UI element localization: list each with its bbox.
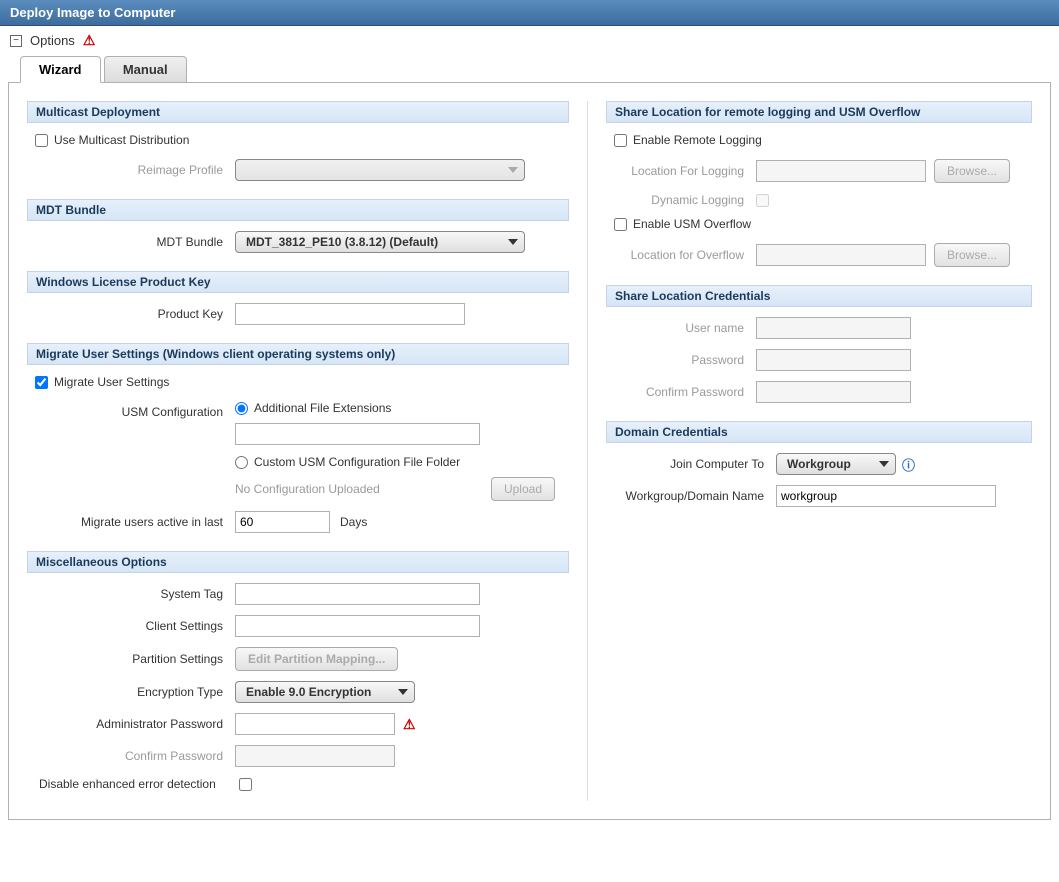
collapse-icon[interactable]: − — [10, 35, 22, 47]
label-usm-config: USM Configuration — [35, 401, 235, 419]
label-encryption: Encryption Type — [35, 685, 235, 699]
input-workgroup-name[interactable] — [776, 485, 996, 507]
section-mdt: MDT Bundle — [27, 199, 569, 221]
browse-logging-button: Browse... — [934, 159, 1010, 183]
section-share-creds: Share Location Credentials — [606, 285, 1032, 307]
browse-overflow-button: Browse... — [934, 243, 1010, 267]
main-panel: Multicast Deployment Use Multicast Distr… — [8, 82, 1051, 820]
label-loc-overflow: Location for Overflow — [606, 248, 756, 262]
checkbox-migrate-user[interactable] — [35, 376, 48, 389]
warning-icon: ⚠ — [403, 716, 416, 733]
window-title: Deploy Image to Computer — [10, 5, 175, 20]
label-reimage-profile: Reimage Profile — [35, 163, 235, 177]
label-product-key: Product Key — [35, 307, 235, 321]
label-cred-user: User name — [606, 321, 756, 335]
input-confirm-password — [235, 745, 395, 767]
label-disable-detection: Disable enhanced error detection — [39, 777, 239, 791]
input-cred-pass — [756, 349, 911, 371]
window-title-bar: Deploy Image to Computer — [0, 0, 1059, 26]
section-multicast: Multicast Deployment — [27, 101, 569, 123]
radio-custom-folder[interactable] — [235, 456, 248, 469]
chevron-down-icon — [398, 689, 408, 695]
section-misc: Miscellaneous Options — [27, 551, 569, 573]
label-migrate-days: Migrate users active in last — [35, 515, 235, 529]
label-cred-pass: Password — [606, 353, 756, 367]
radio-additional-ext[interactable] — [235, 402, 248, 415]
checkbox-dynamic-logging — [756, 194, 769, 207]
input-admin-password[interactable] — [235, 713, 395, 735]
chevron-down-icon — [879, 461, 889, 467]
label-join-computer: Join Computer To — [606, 457, 776, 471]
label-partition: Partition Settings — [35, 652, 235, 666]
label-mdt-bundle: MDT Bundle — [35, 235, 235, 249]
label-use-multicast: Use Multicast Distribution — [54, 133, 189, 147]
checkbox-disable-detection[interactable] — [239, 778, 252, 791]
select-reimage-profile — [235, 159, 525, 181]
section-license: Windows License Product Key — [27, 271, 569, 293]
label-client-settings: Client Settings — [35, 619, 235, 633]
upload-button[interactable]: Upload — [491, 477, 555, 501]
right-column: Share Location for remote logging and US… — [587, 101, 1032, 801]
options-bar: − Options ⚠ — [0, 26, 1059, 55]
input-loc-logging — [756, 160, 926, 182]
label-enable-usm: Enable USM Overflow — [633, 217, 751, 231]
select-mdt-bundle[interactable]: MDT_3812_PE10 (3.8.12) (Default) — [235, 231, 525, 253]
chevron-down-icon — [508, 167, 518, 173]
checkbox-enable-usm[interactable] — [614, 218, 627, 231]
label-days-suffix: Days — [340, 515, 367, 529]
label-no-config: No Configuration Uploaded — [235, 482, 380, 496]
label-workgroup-name: Workgroup/Domain Name — [606, 489, 776, 503]
label-admin-password: Administrator Password — [35, 717, 235, 731]
label-loc-logging: Location For Logging — [606, 164, 756, 178]
partition-button[interactable]: Edit Partition Mapping... — [235, 647, 398, 671]
label-additional-ext: Additional File Extensions — [254, 401, 391, 415]
info-icon[interactable]: ⓘ — [902, 455, 915, 474]
options-label[interactable]: Options — [30, 33, 75, 48]
input-migrate-days[interactable] — [235, 511, 330, 533]
label-migrate-user: Migrate User Settings — [54, 375, 169, 389]
select-join-computer[interactable]: Workgroup — [776, 453, 896, 475]
input-loc-overflow — [756, 244, 926, 266]
section-migrate: Migrate User Settings (Windows client op… — [27, 343, 569, 365]
input-product-key[interactable] — [235, 303, 465, 325]
input-cred-confirm — [756, 381, 911, 403]
checkbox-use-multicast[interactable] — [35, 134, 48, 147]
chevron-down-icon — [508, 239, 518, 245]
warning-icon: ⚠ — [83, 32, 96, 49]
label-cred-confirm: Confirm Password — [606, 385, 756, 399]
input-cred-user — [756, 317, 911, 339]
label-custom-folder: Custom USM Configuration File Folder — [254, 455, 460, 469]
select-encryption[interactable]: Enable 9.0 Encryption — [235, 681, 415, 703]
left-column: Multicast Deployment Use Multicast Distr… — [27, 101, 587, 801]
label-system-tag: System Tag — [35, 587, 235, 601]
label-dynamic-logging: Dynamic Logging — [606, 193, 756, 207]
label-confirm-password: Confirm Password — [35, 749, 235, 763]
label-enable-remote: Enable Remote Logging — [633, 133, 762, 147]
section-share-location: Share Location for remote logging and US… — [606, 101, 1032, 123]
section-domain-creds: Domain Credentials — [606, 421, 1032, 443]
input-client-settings[interactable] — [235, 615, 480, 637]
tab-wizard[interactable]: Wizard — [20, 56, 101, 83]
tab-strip: Wizard Manual — [0, 56, 1059, 83]
checkbox-enable-remote[interactable] — [614, 134, 627, 147]
input-system-tag[interactable] — [235, 583, 480, 605]
tab-manual[interactable]: Manual — [104, 56, 187, 82]
input-additional-ext[interactable] — [235, 423, 480, 445]
